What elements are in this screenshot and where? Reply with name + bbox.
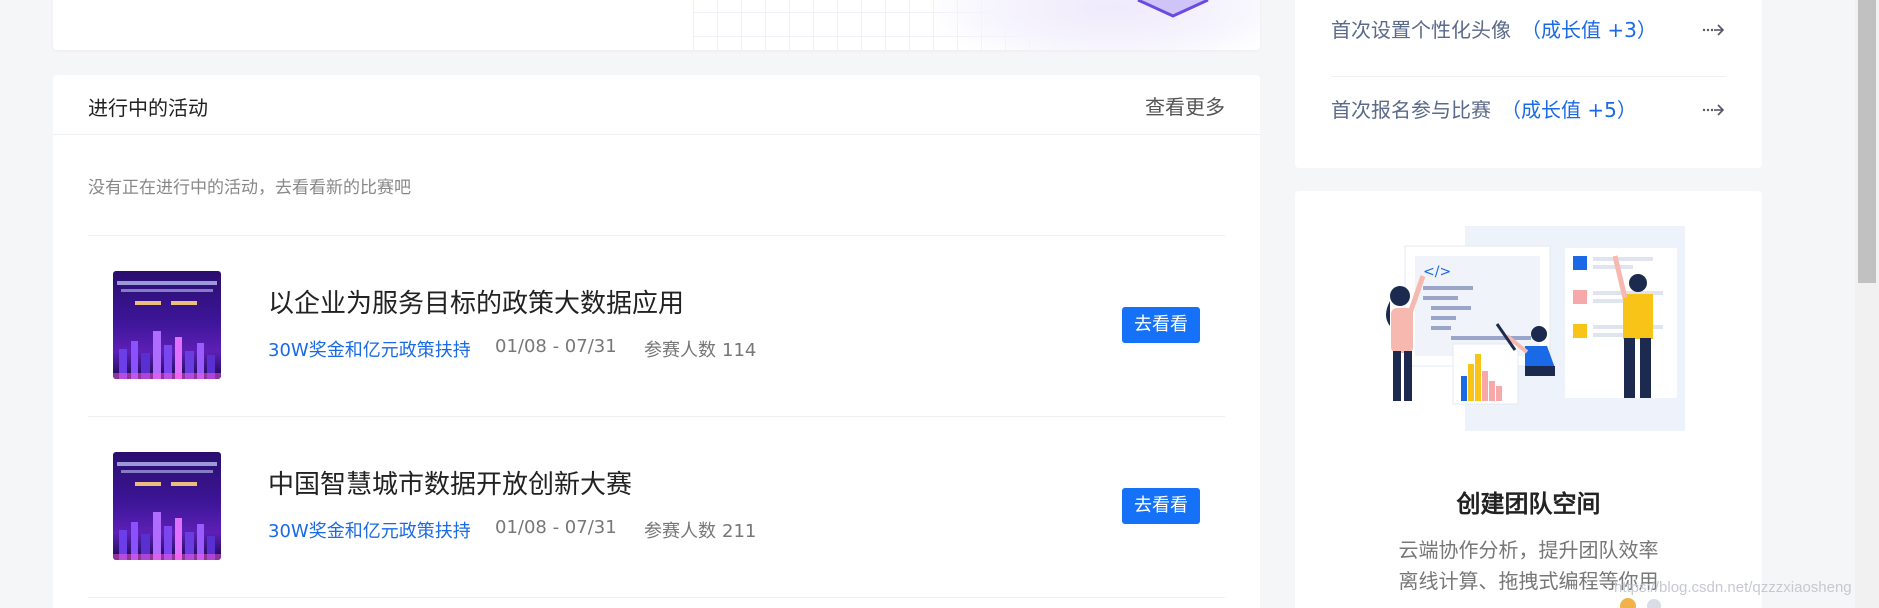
activity-prize: 30W奖金和亿元政策扶持 [268,340,471,361]
activity-item: 中国智慧城市数据开放创新大赛 30W奖金和亿元政策扶持 01/08 - 07/3… [88,416,1225,597]
svg-text:</>: </> [1423,264,1451,280]
activity-name[interactable]: 以企业为服务目标的政策大数据应用 [268,283,684,320]
team-space-desc-line1: 云端协作分析，提升团队效率 [1398,538,1659,562]
task-label: 首次设置个性化头像 （成长值 +3） [1331,18,1657,42]
scrollbar-thumb[interactable] [1858,0,1876,283]
activity-thumbnail[interactable] [113,271,221,379]
view-more-link[interactable]: 查看更多 [1145,91,1225,120]
banner-card [53,0,1260,50]
activity-dates: 01/08 - 07/31 [495,336,617,357]
divider [1331,76,1726,77]
task-item-set-avatar[interactable]: 首次设置个性化头像 （成长值 +3） [1331,0,1726,57]
growth-tasks-card: 首次设置个性化头像 （成长值 +3） 首次报名参与比赛 （成长值 +5） [1295,0,1762,168]
activity-prize: 30W奖金和亿元政策扶持 [268,521,471,542]
participant-count-value: 114 [722,340,757,361]
activity-name[interactable]: 中国智慧城市数据开放创新大赛 [268,464,632,501]
team-collaboration-illustration: </> [1386,226,1685,431]
activity-item: 以企业为服务目标的政策大数据应用 30W奖金和亿元政策扶持 01/08 - 07… [88,235,1225,416]
arrow-right-icon[interactable] [1702,103,1726,117]
participant-count-label: 参赛人数 [644,340,716,361]
activity-participant-count: 参赛人数 114 [644,336,756,362]
ongoing-activities-card: 进行中的活动 查看更多 没有正在进行中的活动，去看看新的比赛吧 以企业为服务目标… [53,75,1260,608]
task-item-join-contest[interactable]: 首次报名参与比赛 （成长值 +5） [1331,79,1726,137]
participant-count-value: 211 [722,521,757,542]
participant-count-label: 参赛人数 [644,521,716,542]
activity-thumbnail[interactable] [113,452,221,560]
team-space-title[interactable]: 创建团队空间 [1295,484,1762,519]
task-bonus: （成长值 +5） [1501,98,1637,122]
activity-participant-count: 参赛人数 211 [644,517,756,543]
team-space-card: </> 创建团队空间 云端协作分析，提升团队效率 离线计算、拖拽式编程等你用 [1295,191,1762,608]
arrow-right-icon[interactable] [1702,23,1726,37]
task-label: 首次报名参与比赛 （成长值 +5） [1331,98,1637,122]
divider [88,597,1225,598]
activities-title: 进行中的活动 [88,96,208,120]
cube-illustration [1137,0,1209,18]
csdn-watermark: https://blog.csdn.net/qzzzxiaosheng [1614,579,1852,596]
activity-dates: 01/08 - 07/31 [495,517,617,538]
vertical-scrollbar[interactable] [1855,0,1879,608]
go-look-button[interactable]: 去看看 [1122,307,1200,343]
activities-header: 进行中的活动 查看更多 [53,75,1260,135]
task-bonus: （成长值 +3） [1521,18,1657,42]
go-look-button[interactable]: 去看看 [1122,488,1200,524]
empty-activities-text: 没有正在进行中的活动，去看看新的比赛吧 [88,178,411,198]
mascot-icon [1620,598,1661,608]
